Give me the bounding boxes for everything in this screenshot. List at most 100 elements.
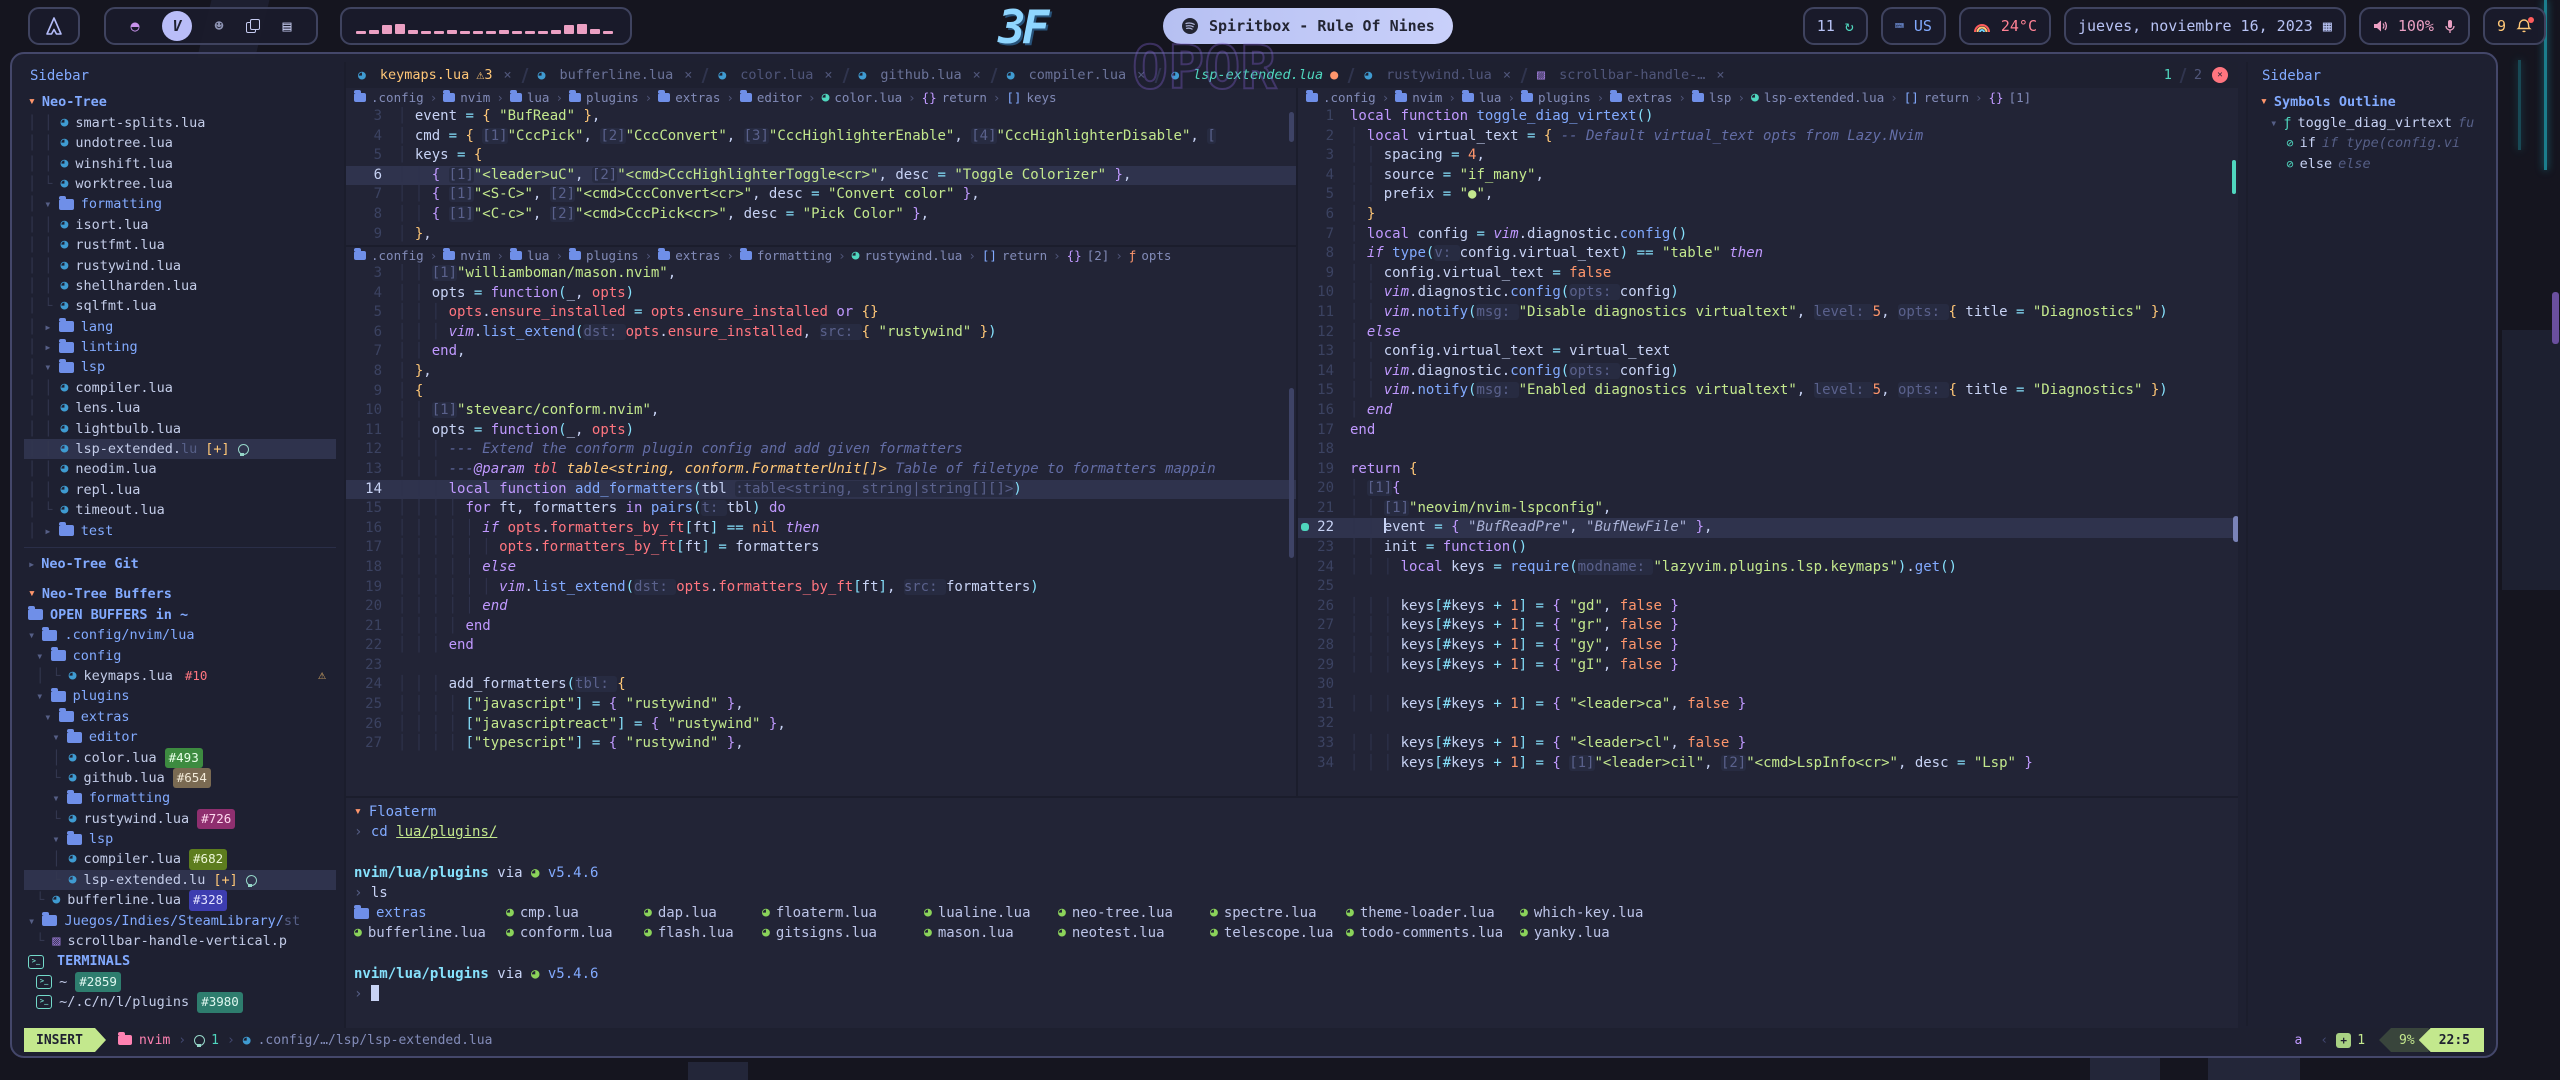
code-line[interactable]: 13│ │ config.virtual_text = virtual_text [1298, 342, 2238, 362]
breadcrumb-segment[interactable]: {}[2] [1067, 248, 1110, 263]
symbols-outline-header[interactable]: ▾Symbols Outline [2256, 92, 2484, 112]
close-all-button[interactable]: ✕ [2212, 67, 2228, 83]
code-line[interactable]: 22│ │ event = { "BufReadPre", "BufNewFil… [1298, 518, 2238, 538]
tab-keymaps-lua[interactable]: ◕keymaps.lua⚠3× [346, 62, 524, 88]
code-line[interactable]: 7│ │ { [1]"<S-C>", [2]"<cmd>CccConvert<c… [346, 185, 1296, 205]
sidebar-section-neo-tree-git[interactable]: ▸Neo-Tree Git [24, 554, 336, 574]
tab-page-current[interactable]: 1 [2164, 67, 2172, 83]
code-line[interactable]: 34│ │ │ keys[#keys + 1] = { [1]"<leader>… [1298, 754, 2238, 774]
tree-item[interactable]: │ ▾ formatting [24, 194, 336, 214]
code-line[interactable]: 8│ │ { [1]"<C-c>", [2]"<cmd>CccPick<cr>"… [346, 205, 1296, 225]
workspace-files-icon[interactable]: ▤ [276, 17, 298, 35]
workspace-active[interactable]: V [162, 11, 192, 41]
code-line[interactable]: 15│ │ vim.notify(msg: "Enabled diagnosti… [1298, 381, 2238, 401]
workspace-ghost-icon[interactable]: ☻ [208, 17, 230, 35]
breadcrumb-segment[interactable]: ƒopts [1129, 248, 1172, 263]
code-line[interactable]: 5│ keys = { [346, 146, 1296, 166]
tab-close-icon[interactable]: × [973, 67, 981, 83]
breadcrumb-segment[interactable]: .config [354, 90, 424, 105]
tab-rustywind-lua[interactable]: ◕rustywind.lua× [1352, 62, 1523, 88]
breadcrumb-segment[interactable]: nvim [1395, 90, 1442, 105]
breadcrumb-segment[interactable]: lua [1462, 90, 1502, 105]
tab-close-icon[interactable]: × [1716, 67, 1724, 83]
breadcrumb-segment[interactable]: lua [510, 90, 550, 105]
tree-item[interactable]: ▾ .config/nvim/lua [24, 625, 336, 645]
code-line[interactable]: 16│ end [1298, 401, 2238, 421]
tree-item[interactable]: │ │ ◕undotree.lua [24, 133, 336, 153]
floaterm-header[interactable]: ▾Floaterm [354, 802, 2238, 822]
code-line[interactable]: 13│ │ │ ---@param tbl table<string, conf… [346, 460, 1296, 480]
code-line[interactable]: 6│ } [1298, 205, 2238, 225]
code-line[interactable]: 29│ │ │ keys[#keys + 1] = { "gI", false … [1298, 656, 2238, 676]
windows-icon[interactable] [246, 19, 260, 33]
code-line[interactable]: 21│ │ [1]"neovim/nvim-lspconfig", [1298, 499, 2238, 519]
tree-item[interactable]: │ │ ◕rustfmt.lua [24, 235, 336, 255]
breadcrumb-segment[interactable]: ◕rustywind.lua [852, 248, 963, 263]
code-line[interactable]: 20│ │ │ │ │ end [346, 597, 1296, 617]
spotify-widget[interactable]: Spiritbox - Rule Of Nines [1163, 8, 1453, 44]
breadcrumb-segment[interactable]: extras [658, 248, 720, 263]
code-line[interactable]: 17end [1298, 421, 2238, 441]
code-line[interactable]: 28│ │ │ keys[#keys + 1] = { "gy", false … [1298, 636, 2238, 656]
tree-item[interactable]: │ │ ◕repl.lua [24, 480, 336, 500]
code-line[interactable]: 25 [1298, 577, 2238, 597]
tree-item[interactable]: │ ▸ test [24, 521, 336, 541]
breadcrumb-segment[interactable]: {}[1] [1989, 90, 2032, 105]
code-line[interactable]: 6│ │ { [1]"<leader>uC", [2]"<cmd>CccHigh… [346, 166, 1296, 186]
tab-close-icon[interactable]: × [1137, 67, 1145, 83]
tree-item[interactable]: │ │ ◕lightbulb.lua [24, 419, 336, 439]
tree-item[interactable]: ▾ extras [24, 707, 336, 727]
tree-item[interactable]: │ └ ◕sqlfmt.lua [24, 296, 336, 316]
breadcrumb-segment[interactable]: []keys [1006, 90, 1056, 105]
tree-item[interactable]: │ │ ◕winshift.lua [24, 154, 336, 174]
code-line[interactable]: 11│ │ opts = function(_, opts) [346, 421, 1296, 441]
tree-item[interactable]: │ └ ◕keymaps.lua#10⚠ [24, 666, 336, 686]
code-line[interactable]: 22│ │ │ end [346, 636, 1296, 656]
code-line[interactable]: 4│ cmd = { [1]"CccPick", [2]"CccConvert"… [346, 127, 1296, 147]
tree-item[interactable]: │ └ ◕worktree.lua [24, 174, 336, 194]
code-line[interactable]: 7│ │ end, [346, 342, 1296, 362]
tree-item[interactable]: │ │ ◕isort.lua [24, 215, 336, 235]
code-line[interactable]: 10│ │ vim.diagnostic.config(opts: config… [1298, 283, 2238, 303]
breadcrumb-segment[interactable]: ◕lsp-extended.lua [1751, 90, 1884, 105]
tree-item[interactable]: │ │ ◕shellharden.lua [24, 276, 336, 296]
weather-widget[interactable]: 24°C [1959, 7, 2051, 45]
code-line[interactable]: 10│ │ [1]"stevearc/conform.nvim", [346, 401, 1296, 421]
code-line[interactable]: 26│ │ │ │ ["javascriptreact"] = { "rusty… [346, 715, 1296, 735]
code-line[interactable]: 7│ local config = vim.diagnostic.config(… [1298, 225, 2238, 245]
breadcrumb-segment[interactable]: plugins [569, 248, 639, 263]
tree-item[interactable]: └ ◕lsp-extended.lu[+] [24, 870, 336, 890]
breadcrumb-segment[interactable]: lua [510, 248, 550, 263]
tab-compiler-lua[interactable]: ◕compiler.lua× [995, 62, 1158, 88]
code-line[interactable]: 9│ │ config.virtual_text = false [1298, 264, 2238, 284]
tree-item[interactable]: │ ▸ linting [24, 337, 336, 357]
code-line[interactable]: 11│ │ vim.notify(msg: "Disable diagnosti… [1298, 303, 2238, 323]
code-line[interactable]: 9│ }, [346, 225, 1296, 245]
code-line[interactable]: 18 [1298, 440, 2238, 460]
code-line[interactable]: 19│ │ │ │ │ │ vim.list_extend(dst: opts.… [346, 578, 1296, 598]
editor-rustywind-lua[interactable]: 3│ │ [1]"williamboman/mason.nvim",4│ │ o… [346, 264, 1296, 796]
code-line[interactable]: 21│ │ │ │ end [346, 617, 1296, 637]
scrollbar-handle[interactable] [1289, 112, 1294, 142]
tree-item[interactable]: ▾ Juegos/Indies/SteamLibrary/st [24, 911, 336, 931]
symbol-item[interactable]: ⊘ifif type(config.vi [2256, 133, 2484, 153]
tree-item[interactable]: ▾ config [24, 646, 336, 666]
breadcrumb-segment[interactable]: extras [658, 90, 720, 105]
breadcrumb-segment[interactable]: []return [1904, 90, 1969, 105]
code-line[interactable]: 5│ │ prefix = "●", [1298, 185, 2238, 205]
tree-item[interactable]: │ ◕color.lua#493 [24, 748, 336, 768]
tree-item[interactable]: └ ▨scrollbar-handle-vertical.p [24, 931, 336, 951]
breadcrumb-segment[interactable]: .config [354, 248, 424, 263]
code-line[interactable]: 12│ else [1298, 323, 2238, 343]
sidebar-section-neo-tree[interactable]: ▾Neo-Tree [24, 92, 336, 112]
tree-item[interactable]: ▾ plugins [24, 686, 336, 706]
code-line[interactable]: 17│ │ │ │ │ │ opts.formatters_by_ft[ft] … [346, 538, 1296, 558]
code-line[interactable]: 14│ │ vim.diagnostic.config(opts: config… [1298, 362, 2238, 382]
code-line[interactable]: 5│ │ │ opts.ensure_installed = opts.ensu… [346, 303, 1296, 323]
code-line[interactable]: 33│ │ │ keys[#keys + 1] = { "<leader>cl"… [1298, 734, 2238, 754]
workspace-browser-icon[interactable]: ◓ [124, 17, 146, 35]
sidebar-section-neo-tree-buffers[interactable]: ▾Neo-Tree Buffers [24, 584, 336, 604]
scrollbar-handle[interactable] [1289, 388, 1294, 558]
code-line[interactable]: 25│ │ │ │ ["javascript"] = { "rustywind"… [346, 695, 1296, 715]
tab-page-other[interactable]: 2 [2194, 67, 2202, 83]
